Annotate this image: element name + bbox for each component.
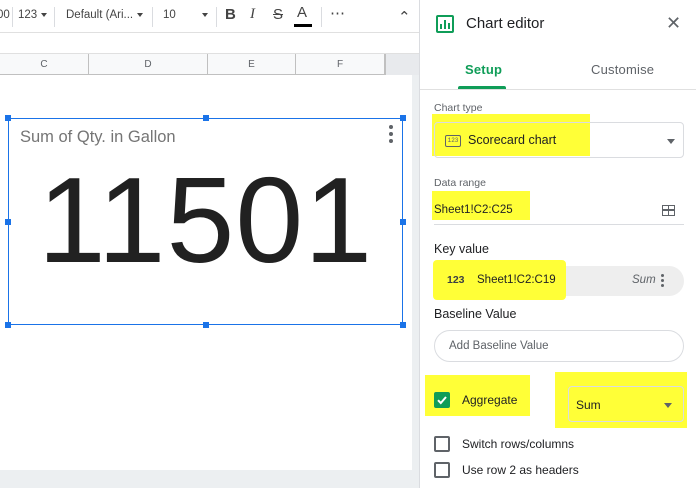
resize-handle-bottom[interactable] bbox=[203, 322, 209, 328]
column-header-c[interactable]: C bbox=[0, 54, 89, 75]
resize-handle-bottom-right[interactable] bbox=[400, 322, 406, 328]
toolbar-divider bbox=[12, 7, 13, 27]
scorecard-key-value: 11501 bbox=[37, 152, 374, 288]
switch-rows-columns-label: Switch rows/columns bbox=[462, 437, 575, 451]
column-headers: C D E F bbox=[0, 54, 419, 75]
formatting-toolbar: 00 123 Default (Ari... 10 B I S A ⋯ ⌃ bbox=[0, 0, 419, 33]
number-format-dropdown[interactable]: 123 bbox=[18, 9, 48, 21]
font-color-swatch bbox=[294, 24, 312, 27]
font-family-dropdown[interactable]: Default (Ari... bbox=[66, 9, 144, 21]
scorecard-icon: 123 bbox=[445, 135, 461, 147]
formula-bar[interactable] bbox=[0, 33, 419, 54]
resize-handle-bottom-left[interactable] bbox=[5, 322, 11, 328]
tab-customise[interactable]: Customise bbox=[591, 62, 654, 77]
menu-dot bbox=[389, 125, 393, 129]
data-range-input[interactable]: Sheet1!C2:C25 bbox=[434, 204, 513, 216]
chart-editor-title: Chart editor bbox=[466, 15, 545, 32]
strikethrough-button[interactable]: S bbox=[273, 6, 283, 23]
font-color-button[interactable]: A bbox=[297, 4, 307, 21]
resize-handle-left[interactable] bbox=[5, 219, 11, 225]
chevron-down-icon bbox=[667, 139, 675, 144]
toolbar-divider bbox=[216, 7, 217, 27]
font-size-dropdown[interactable]: 10 bbox=[163, 9, 208, 21]
data-range-label: Data range bbox=[434, 177, 486, 189]
horizontal-scrollbar[interactable] bbox=[0, 470, 412, 488]
column-header-overflow bbox=[385, 54, 419, 75]
use-row-headers-label: Use row 2 as headers bbox=[462, 463, 579, 477]
toolbar-divider bbox=[321, 7, 322, 27]
resize-handle-top-right[interactable] bbox=[400, 115, 406, 121]
key-value-range: Sheet1!C2:C19 bbox=[477, 274, 556, 286]
toolbar-divider bbox=[54, 7, 55, 27]
menu-dot bbox=[661, 274, 664, 277]
data-range-underline bbox=[434, 224, 684, 225]
menu-dot bbox=[661, 284, 664, 287]
resize-handle-top[interactable] bbox=[203, 115, 209, 121]
font-size-label: 10 bbox=[163, 9, 176, 21]
resize-handle-right[interactable] bbox=[400, 219, 406, 225]
aggregate-function-value: Sum bbox=[576, 398, 601, 412]
aggregate-function-select[interactable]: Sum bbox=[568, 386, 684, 422]
italic-button[interactable]: I bbox=[250, 6, 255, 23]
bold-button[interactable]: B bbox=[225, 6, 236, 23]
aggregate-checkbox[interactable] bbox=[434, 392, 450, 408]
chevron-down-icon bbox=[137, 12, 144, 17]
aggregate-label: Aggregate bbox=[462, 393, 518, 407]
grid-cells[interactable] bbox=[0, 75, 412, 110]
chart-editor-header: Chart editor ✕ bbox=[420, 0, 696, 48]
active-tab-indicator bbox=[458, 86, 506, 89]
column-header-e[interactable]: E bbox=[208, 54, 296, 75]
scorecard-chart[interactable]: Sum of Qty. in Gallon 11501 bbox=[8, 118, 403, 325]
vertical-scrollbar[interactable] bbox=[412, 75, 419, 488]
key-value-aggregation: Sum bbox=[632, 274, 656, 286]
toolbar-divider bbox=[152, 7, 153, 27]
menu-dot bbox=[389, 132, 393, 136]
column-header-f[interactable]: F bbox=[296, 54, 385, 75]
chart-icon bbox=[436, 15, 454, 33]
more-options-icon[interactable]: ⋯ bbox=[330, 4, 345, 22]
select-range-grid-icon[interactable] bbox=[662, 205, 675, 216]
editor-tabs: Setup Customise bbox=[420, 48, 696, 90]
baseline-placeholder: Add Baseline Value bbox=[449, 340, 549, 352]
chart-type-label: Chart type bbox=[434, 102, 483, 114]
switch-rows-columns-checkbox[interactable] bbox=[434, 436, 450, 452]
use-row-headers-checkbox[interactable] bbox=[434, 462, 450, 478]
baseline-value-input[interactable]: Add Baseline Value bbox=[434, 330, 684, 362]
zoom-partial[interactable]: 00 bbox=[0, 9, 10, 21]
chart-type-value: Scorecard chart bbox=[468, 133, 557, 147]
chart-type-select[interactable]: 123 Scorecard chart bbox=[434, 122, 684, 158]
baseline-value-label: Baseline Value bbox=[434, 307, 517, 321]
column-header-d[interactable]: D bbox=[89, 54, 208, 75]
chart-menu-icon[interactable] bbox=[388, 125, 394, 143]
menu-dot bbox=[389, 139, 393, 143]
key-value-menu-icon[interactable] bbox=[661, 274, 665, 288]
chevron-down-icon bbox=[201, 12, 208, 17]
chart-editor-panel: Chart editor ✕ Setup Customise Chart typ… bbox=[419, 0, 696, 488]
font-family-label: Default (Ari... bbox=[66, 9, 134, 21]
sheet-area: 00 123 Default (Ari... 10 B I S A ⋯ ⌃ C … bbox=[0, 0, 419, 488]
key-value-label: Key value bbox=[434, 242, 489, 256]
collapse-toolbar-icon[interactable]: ⌃ bbox=[398, 8, 411, 26]
number-icon: 123 bbox=[447, 274, 465, 286]
chevron-down-icon bbox=[41, 12, 48, 17]
tab-setup[interactable]: Setup bbox=[465, 62, 502, 77]
menu-dot bbox=[661, 279, 664, 282]
chevron-down-icon bbox=[664, 403, 672, 408]
resize-handle-top-left[interactable] bbox=[5, 115, 11, 121]
number-format-label: 123 bbox=[18, 9, 38, 21]
key-value-chip[interactable]: 123 Sheet1!C2:C19 Sum bbox=[433, 260, 684, 300]
close-icon[interactable]: ✕ bbox=[666, 14, 681, 32]
